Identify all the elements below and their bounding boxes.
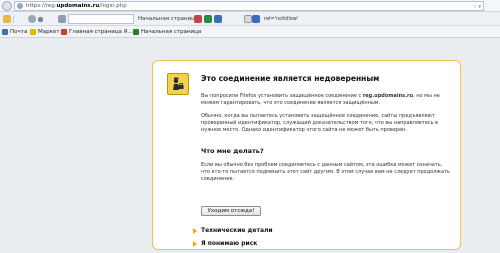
what-to-do-heading: Что мне делать? (201, 147, 264, 155)
yandex-bar-icon[interactable] (3, 15, 11, 23)
page-title: Это соединение является недоверенным (201, 74, 380, 83)
back-button[interactable] (2, 1, 12, 11)
toolbar-separator (13, 15, 18, 23)
bookmark-item[interactable]: Маркет (30, 27, 60, 37)
advice-text: Если вы обычно без проблем соединяетесь … (201, 162, 450, 182)
bookmarks-bar: Почта Маркет Главная страница Я... Начал… (0, 26, 500, 38)
chat-icon[interactable] (28, 15, 36, 23)
addon-toolbar: Начальная страница rel='nofollow' (0, 12, 500, 26)
get-me-out-button[interactable]: Уходим отсюда! (201, 206, 261, 216)
url-text: https://reg.updomains.ru/login.php (26, 3, 127, 9)
address-bar-row: https://reg.updomains.ru/login.php ☆ ▾ (0, 0, 500, 12)
home-bookmark-icon (133, 29, 139, 35)
url-field[interactable]: https://reg.updomains.ru/login.php ☆ ▾ (14, 1, 484, 11)
page-content: Это соединение является недоверенным Вы … (0, 38, 500, 253)
mail-icon[interactable] (214, 15, 222, 23)
bookmark-item[interactable]: Начальная страница (133, 27, 201, 37)
yandex-bookmark-icon (61, 29, 67, 35)
bookmark-item[interactable]: Почта (2, 27, 27, 37)
market-bookmark-icon (30, 29, 36, 35)
expand-arrow-icon (193, 240, 197, 247)
intro-text: Вы попросили Firefox установить защищённ… (201, 93, 440, 106)
security-officer-icon (167, 73, 189, 95)
bookmark-star-icon[interactable]: ☆ ▾ (472, 4, 481, 10)
home-page-label[interactable]: Начальная страница (138, 15, 198, 23)
understand-risks-expander[interactable]: Я понимаю риск (193, 239, 257, 248)
search-engine-icon[interactable] (58, 15, 66, 23)
mail-bookmark-icon (2, 29, 8, 35)
bookmark-item[interactable]: Главная страница Я... (61, 27, 133, 37)
site-identity-icon[interactable] (17, 3, 23, 9)
rel-checkbox-icon[interactable] (244, 15, 252, 23)
weather-icon[interactable] (194, 15, 202, 23)
untrusted-connection-panel: Это соединение является недоверенным Вы … (152, 60, 461, 250)
technical-details-expander[interactable]: Технические детали (193, 226, 273, 235)
search-input[interactable] (68, 14, 134, 24)
expand-arrow-icon (193, 227, 197, 234)
explanation-text: Обычно, когда вы пытаетесь установить за… (201, 113, 439, 133)
dropdown-icon[interactable] (38, 17, 43, 22)
seo-bar-icon[interactable] (252, 15, 260, 23)
rel-nofollow-label: rel='nofollow' (264, 16, 299, 22)
translate-icon[interactable] (204, 15, 212, 23)
